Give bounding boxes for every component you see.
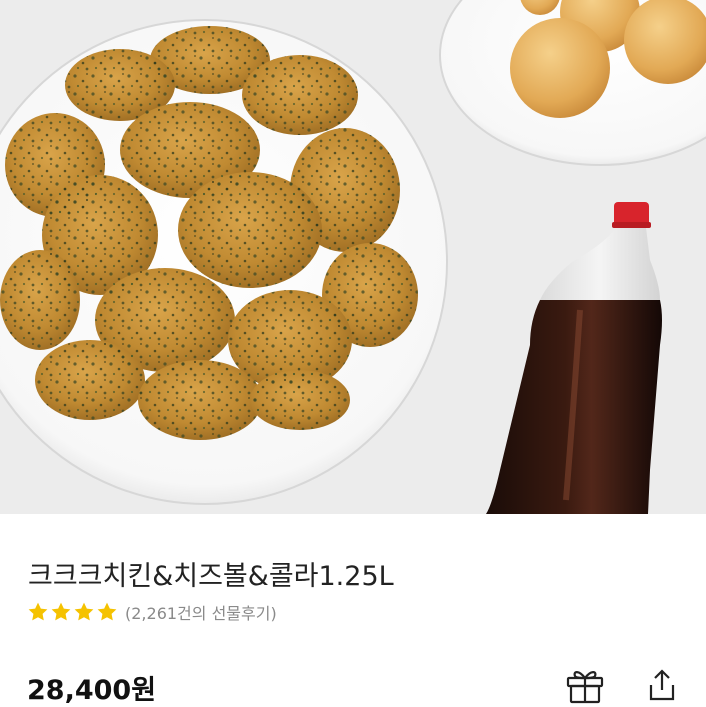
star-icon bbox=[97, 602, 117, 621]
gift-icon bbox=[566, 671, 604, 704]
star-icon bbox=[74, 602, 94, 621]
rating-stars bbox=[27, 601, 118, 623]
cola-bottle bbox=[486, 202, 662, 514]
cheeseball-plate bbox=[439, 0, 706, 166]
product-title: 크크크치킨&치즈볼&콜라1.25L bbox=[28, 561, 394, 592]
share-icon bbox=[649, 669, 675, 701]
product-photo bbox=[0, 0, 706, 514]
star-icon bbox=[51, 602, 71, 621]
star-icon bbox=[28, 602, 48, 621]
rating-row[interactable]: (2,261건의 선물후기) bbox=[27, 600, 277, 624]
product-price: 28,400원 bbox=[27, 675, 157, 706]
share-button[interactable] bbox=[640, 664, 684, 706]
product-image bbox=[0, 0, 706, 514]
chicken-plate bbox=[0, 19, 448, 505]
review-count[interactable]: (2,261건의 선물후기) bbox=[125, 600, 277, 624]
gift-button[interactable] bbox=[563, 664, 607, 706]
